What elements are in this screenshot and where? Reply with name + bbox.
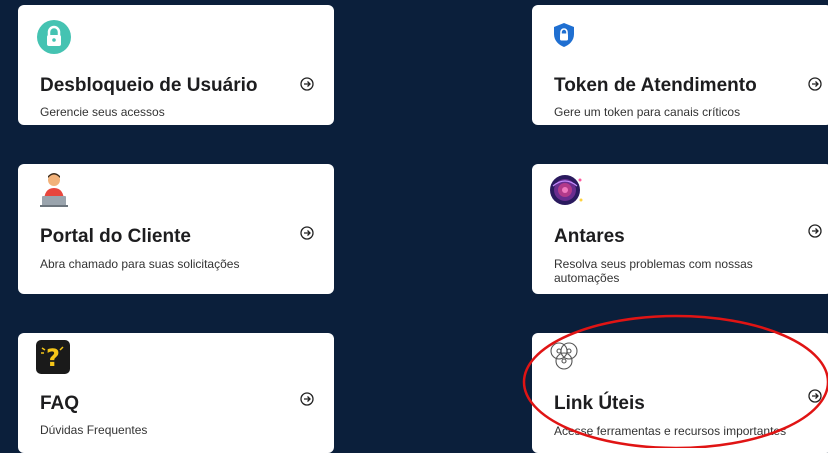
arrow-circle-right-icon[interactable] [808, 77, 822, 91]
card-token-atendimento[interactable]: Token de Atendimento Gere um token para … [532, 5, 828, 125]
svg-text:?: ? [46, 344, 60, 372]
lock-icon [36, 19, 72, 55]
card-title: Link Úteis [554, 393, 645, 414]
network-icon [546, 339, 582, 375]
arrow-circle-right-icon[interactable] [300, 392, 314, 406]
arrow-circle-right-icon[interactable] [808, 389, 822, 403]
card-portal-cliente[interactable]: Portal do Cliente Abra chamado para suas… [18, 164, 334, 294]
card-description: Acesse ferramentas e recursos importante… [554, 424, 787, 438]
card-faq[interactable]: ? FAQ Dúvidas Frequentes [18, 333, 334, 453]
card-title: Token de Atendimento [554, 75, 757, 96]
card-title: Desbloqueio de Usuário [40, 75, 258, 96]
card-title: Portal do Cliente [40, 226, 191, 247]
card-title: Antares [554, 226, 625, 247]
card-description: Resolva seus problemas com nossas automa… [554, 257, 753, 285]
galaxy-icon [548, 172, 584, 208]
person-laptop-icon [36, 170, 72, 207]
card-title: FAQ [40, 393, 80, 414]
card-description: Gere um token para canais críticos [554, 105, 741, 119]
card-antares[interactable]: Antares Resolva seus problemas com nossa… [532, 164, 828, 294]
arrow-circle-right-icon[interactable] [808, 224, 822, 238]
card-description: Abra chamado para suas solicitações [40, 257, 240, 271]
card-link-uteis[interactable]: Link Úteis Acesse ferramentas e recursos… [532, 333, 828, 453]
arrow-circle-right-icon[interactable] [300, 226, 314, 240]
card-description: Gerencie seus acessos [40, 105, 165, 119]
question-icon: ? [36, 340, 72, 376]
card-desbloqueio-usuario[interactable]: Desbloqueio de Usuário Gerencie seus ace… [18, 5, 334, 125]
card-description: Dúvidas Frequentes [40, 423, 148, 437]
shield-lock-icon [550, 21, 586, 57]
arrow-circle-right-icon[interactable] [300, 77, 314, 91]
